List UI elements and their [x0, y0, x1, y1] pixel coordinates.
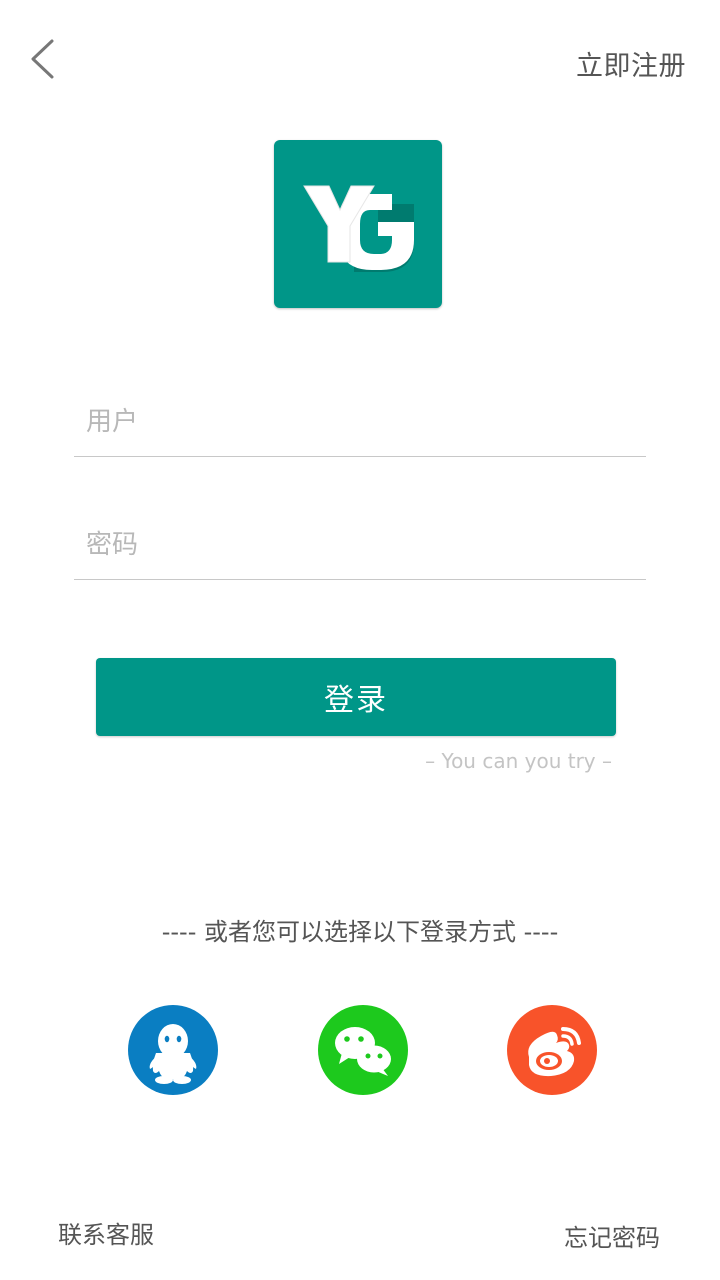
login-button[interactable]: 登录 — [96, 658, 616, 736]
tagline: – You can you try – — [425, 749, 612, 773]
register-link[interactable]: 立即注册 — [576, 44, 686, 83]
qq-login-button[interactable] — [128, 1005, 218, 1095]
password-input[interactable] — [86, 525, 626, 565]
wechat-login-button[interactable] — [318, 1005, 408, 1095]
weibo-login-button[interactable] — [507, 1005, 597, 1095]
back-button[interactable] — [22, 34, 66, 84]
username-field-container — [74, 386, 646, 457]
username-input[interactable] — [86, 402, 626, 442]
password-field-container — [74, 509, 646, 580]
forgot-password-link[interactable]: 忘记密码 — [564, 1218, 660, 1253]
wechat-icon — [335, 1027, 391, 1076]
login-screen: 立即注册 登录 – You can you try – ---- 或者您可以选择… — [0, 0, 720, 1280]
alternative-login-title: ---- 或者您可以选择以下登录方式 ---- — [161, 918, 559, 946]
contact-support-link[interactable]: 联系客服 — [58, 1215, 154, 1250]
chevron-left-icon — [31, 39, 54, 79]
qq-icon — [149, 1024, 197, 1084]
app-logo — [274, 140, 442, 308]
weibo-icon — [528, 1027, 581, 1077]
